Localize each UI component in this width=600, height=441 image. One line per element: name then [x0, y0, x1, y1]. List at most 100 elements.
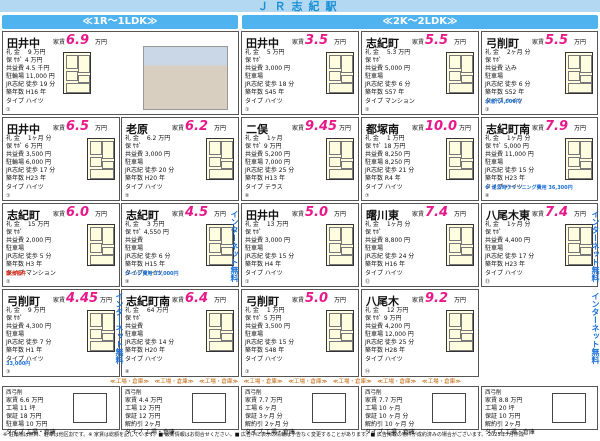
detail-row: 礼 金 2ヶ月 分: [485, 49, 531, 56]
rent-unit: 万円: [214, 125, 227, 132]
listing-number: ①: [245, 107, 250, 113]
detail-row: 礼 金 5.3 万円: [365, 49, 411, 56]
listing-number: ⑦: [365, 193, 370, 199]
detail-row: 築年数 H20 年: [125, 175, 165, 183]
detail-row: 築年数 H16 年: [6, 89, 46, 97]
plan-room: [102, 141, 114, 159]
listing-number: ①: [6, 193, 11, 199]
plan-room: [580, 161, 592, 169]
factory-card[interactable]: 西弓削 家賃 7.7 万円 工場 10 ヶ月 保証 10 ヶ月 分解約引 10 ヶ月 …: [361, 386, 479, 436]
detail-row: タイプ ハイツ: [245, 269, 283, 277]
rent-unit: 万円: [334, 297, 347, 304]
detail-row: 家賃 7.7 万円: [245, 397, 283, 404]
rent-unit: 万円: [574, 125, 587, 132]
rent-unit: 万円: [574, 211, 587, 218]
listing-card[interactable]: 弓削町 家賃 5.5 万円礼 金 2ヶ月 分保 ｻﾎﾟ 共益費 込み 駐車場 JR志紀 徒歩…: [481, 31, 598, 115]
plan-room: [568, 83, 592, 93]
plan-room: [568, 243, 580, 253]
listing-card[interactable]: 八尾木東 家賃 7.4 万円礼 金 1ヶ月 分保 ｻﾎﾟ 共益費 4,400 円駐車場 J…: [481, 203, 598, 287]
listing-number: ⑫: [365, 279, 371, 285]
listing-number: ⑭: [365, 369, 371, 375]
factory-layout: [192, 393, 226, 423]
detail-row: 保 ｻﾎﾟ: [365, 57, 382, 65]
listing-card[interactable]: 曙川東 家賃 7.4 万円礼 金 1ヶ月 分保 ｻﾎﾟ 共益費 8,800 円駐車場 JR…: [361, 203, 479, 287]
detail-row: 築年数 S45 年: [245, 89, 285, 97]
rent-price: 5.0: [305, 291, 329, 306]
detail-row: 家賃 4.4 万円: [125, 397, 163, 404]
listing-card[interactable]: 弓削町 家賃 5.0 万円礼 金 1 万円保 ｻﾎﾟ 5 万円 共益費 3,500 円駐…: [241, 289, 359, 377]
detail-row: 工場 20 坪: [485, 405, 515, 412]
rent-unit: 万円: [95, 125, 108, 132]
rent-price: 10.0: [425, 119, 458, 134]
rent-label: 家賃: [292, 39, 305, 46]
listing-note: 築浅物件: [6, 271, 27, 277]
listing-card[interactable]: 二俣 家賃 9.45 万円礼 金 1ヶ月保 ｻﾎﾟ 9 万円 共益費 5,200 円駐車…: [241, 117, 359, 201]
detail-row: 築年数 H28 年: [365, 347, 405, 355]
listing-card[interactable]: 志紀町 家賃 5.5 万円礼 金 5.3 万円保 ｻﾎﾟ 共益費 5,000 円駐車場 J…: [361, 31, 479, 115]
listing-number: ③: [6, 369, 11, 375]
plan-room: [90, 157, 102, 167]
listing-card[interactable]: 老原 家賃 6.2 万円礼 金 6.2 万円保 ｻﾎﾟ 共益費 3,000 円駐車場 JR…: [121, 117, 239, 201]
plan-room: [461, 141, 473, 159]
listing-card[interactable]: 都塚南 家賃 10.0 万円礼 金 1 万円保 ｻﾎﾟ 18 万円 共益費 8,250 …: [361, 117, 479, 201]
detail-row: 礼 金 64 万円: [125, 307, 169, 314]
detail-row: 保 ｻﾎﾟ: [6, 229, 23, 237]
listing-details: 礼 金 12 万円保 ｻﾎﾟ 9 万円 共益費 4,200 円駐車場 12,000…: [365, 307, 414, 364]
rent-price: 6.5: [66, 119, 90, 134]
plan-room: [66, 71, 78, 81]
plan-room: [341, 333, 353, 341]
detail-row: 家賃 6.6 万円: [6, 397, 44, 404]
internet-free-label: インターネット無料: [115, 292, 124, 364]
detail-row: 保 ｻﾎﾟ 5 万円: [245, 315, 282, 323]
listing-number: ⑧: [485, 193, 490, 199]
listing-card[interactable]: 志紀町 家賃 4.5 万円礼 金 3 万円保 ｻﾎﾟ 4,550 円共益費 駐車場 JR志…: [121, 203, 239, 287]
plan-room: [209, 341, 233, 351]
listing-card[interactable]: 田井中 家賃 6.9 万円礼 金 9 万円保 ｻﾎﾟ 4 万円 共益費 4.5 千円 駐輪…: [2, 31, 239, 115]
listing-card[interactable]: 志紀町南 家賃 7.9 万円礼 金 1ヶ月 分保 ｻﾎﾟ 5,000 円共益費 11,…: [481, 117, 598, 201]
rent-price: 5.5: [545, 33, 569, 48]
internet-free-label: インターネット無料: [591, 210, 600, 282]
plan-room: [568, 71, 580, 81]
listing-card[interactable]: 田井中 家賃 5.0 万円礼 金 13 万円保 ｻﾎﾟ 共益費 3,000 円駐車場 JR…: [241, 203, 359, 287]
detail-row: 保 ｻﾎﾟ: [125, 143, 142, 151]
plan-room: [66, 55, 78, 69]
rent-price: 3.5: [305, 33, 329, 48]
plan-room: [102, 313, 114, 331]
detail-row: タイプ ハイツ: [125, 183, 163, 191]
plan-room: [221, 333, 233, 341]
detail-row: 保 ｻﾎﾟ 4,550 円: [125, 229, 169, 237]
factory-card[interactable]: 西弓削 家賃 4.4 万円 工場 12 万円 保証 12 万円 解約引 2ヶ月 タイプ 工…: [121, 386, 239, 436]
section-header-right: ≪2K～2LDK≫: [242, 15, 598, 29]
detail-row: タイプ ハイツ: [245, 355, 283, 363]
detail-row: 礼 金 1ヶ月 分: [365, 221, 411, 228]
detail-row: タイプ ハイツ: [485, 269, 523, 277]
factory-card[interactable]: 西弓削 家賃 6.6 万円 工場 11 坪保証 18 万円 駐車場 10 万円 タイプ …: [2, 386, 120, 436]
detail-row: 築年数 S52 年: [485, 89, 525, 97]
listing-card[interactable]: 八尾木 家賃 9.2 万円礼 金 12 万円保 ｻﾎﾟ 9 万円 共益費 4,200 円…: [361, 289, 479, 377]
rent-unit: 万円: [339, 125, 352, 132]
plan-room: [568, 227, 580, 241]
listing-card[interactable]: 志紀町南 家賃 6.4 万円礼 金 64 万円保 ｻﾎﾟ 共益費 駐車場 JR志紀 徒歩 1…: [121, 289, 239, 377]
plan-room: [449, 255, 473, 265]
listing-card[interactable]: 弓削町 家賃 4.45 万円礼 金 9 万円保 ｻﾎﾟ 共益費 4,300 円駐車場 JR…: [2, 289, 120, 377]
listing-details: 礼 金 1ヶ月 分保 ｻﾎﾟ 共益費 8,800 円駐車場 JR志紀 徒歩 24 分…: [365, 221, 414, 278]
factory-card[interactable]: 西弓削 家賃 8.8 万円 工場 20 坪保証 10 万円 解約引 2ヶ月 タイプ 工場…: [481, 386, 598, 436]
plan-room: [90, 313, 102, 327]
rent-label: 家賃: [172, 211, 185, 218]
factory-layout: [552, 393, 586, 423]
factory-card[interactable]: 西弓削 家賃 7.7 万円 工場 6 ヶ月 保証 3ヶ月 分解約引 2ヶ月 分タイプ …: [241, 386, 359, 436]
plan-room: [90, 341, 114, 351]
listing-card[interactable]: 田井中 家賃 6.5 万円礼 金 1ヶ月 分保 ｻﾎﾟ 6 万円 共益費 3,500 円…: [2, 117, 120, 201]
detail-row: 保 ｻﾎﾟ: [485, 57, 502, 65]
plan-room: [461, 333, 473, 341]
floor-plan: [565, 52, 593, 94]
listing-number: ③: [245, 369, 250, 375]
floor-plan: [326, 138, 354, 180]
rent-unit: 万円: [214, 297, 227, 304]
listing-card[interactable]: 志紀町 家賃 6.0 万円礼 金 15 万円保 ｻﾎﾟ 共益費 2,000 円駐車場 JR…: [2, 203, 120, 287]
listing-card[interactable]: 田井中 家賃 3.5 万円礼 金 5 万円保 ｻﾎﾟ 共益費 3,000 円駐車場 JR志…: [241, 31, 359, 115]
detail-row: 保 ｻﾎﾟ 5,000 円: [485, 143, 529, 151]
rent-price: 6.9: [66, 33, 90, 48]
listing-details: 礼 金 64 万円保 ｻﾎﾟ 共益費 駐車場 JR志紀 徒歩 14 分築年数 H20 …: [125, 307, 174, 364]
rent-price: 4.5: [185, 205, 209, 220]
